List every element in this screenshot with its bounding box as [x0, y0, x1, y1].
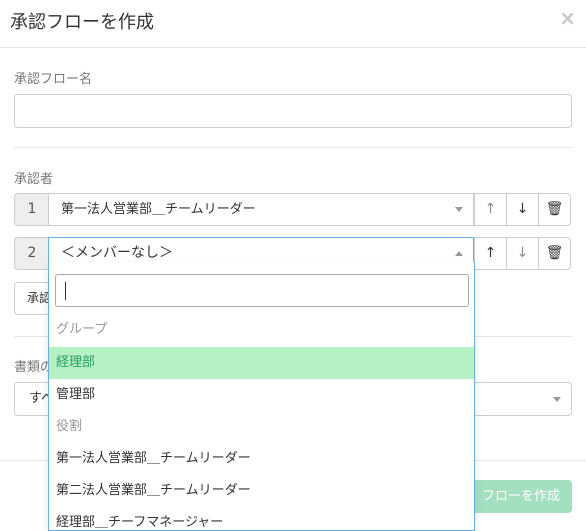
add-approver-button[interactable]: 承認	[14, 282, 50, 315]
divider	[14, 147, 572, 148]
dropdown-search-input[interactable]	[55, 274, 469, 307]
approver-select[interactable]: 第一法人営業部＿チームリーダー	[48, 193, 474, 226]
modal-header: 承認フローを作成 ×	[0, 0, 586, 48]
trash-icon: 🗑	[545, 201, 564, 217]
approver-row-number: 1	[14, 193, 49, 226]
dropdown-option[interactable]: 経理部	[49, 347, 474, 379]
move-up-button[interactable]: ↑	[474, 193, 507, 226]
dropdown-option[interactable]: 第二法人営業部＿チームリーダー	[49, 475, 474, 507]
dropdown-group-label: 役割	[56, 419, 83, 434]
approver-row-number: 2	[14, 237, 49, 270]
move-down-button[interactable]: ↓	[506, 193, 539, 226]
delete-button[interactable]: 🗑	[538, 237, 571, 270]
flow-name-label: 承認フロー名	[14, 72, 93, 87]
approver-select-value: ＜メンバーなし＞	[61, 245, 173, 261]
caret-down-icon	[455, 207, 463, 212]
modal-title: 承認フローを作成	[10, 12, 154, 33]
delete-button[interactable]: 🗑	[538, 193, 571, 226]
approvers-label: 承認者	[14, 172, 54, 187]
arrow-down-icon: ↓	[516, 201, 529, 217]
approver-select-value: 第一法人営業部＿チームリーダー	[61, 202, 256, 217]
move-up-button[interactable]: ↑	[474, 237, 507, 270]
dropdown-option[interactable]: 経理部＿チーフマネージャー	[49, 507, 474, 530]
dropdown-option[interactable]: 管理部	[49, 379, 474, 411]
text-cursor	[65, 282, 66, 300]
trash-icon: 🗑	[545, 245, 564, 261]
dropdown-group-label: グループ	[56, 322, 108, 337]
caret-up-icon	[455, 251, 463, 256]
dropdown-option[interactable]: 第一法人営業部＿チームリーダー	[49, 443, 474, 475]
flow-name-input[interactable]	[14, 94, 572, 128]
move-down-button[interactable]: ↓	[506, 237, 539, 270]
approver-dropdown: グループ 経理部 管理部 役割 第一法人営業部＿チームリーダー 第二法人営業部＿…	[48, 262, 475, 531]
close-button[interactable]: ×	[559, 6, 576, 30]
arrow-up-icon: ↑	[484, 245, 497, 261]
caret-down-icon	[553, 397, 561, 402]
arrow-down-icon: ↓	[516, 245, 529, 261]
create-flow-button[interactable]: フローを作成	[466, 480, 572, 513]
arrow-up-icon: ↑	[484, 201, 497, 217]
